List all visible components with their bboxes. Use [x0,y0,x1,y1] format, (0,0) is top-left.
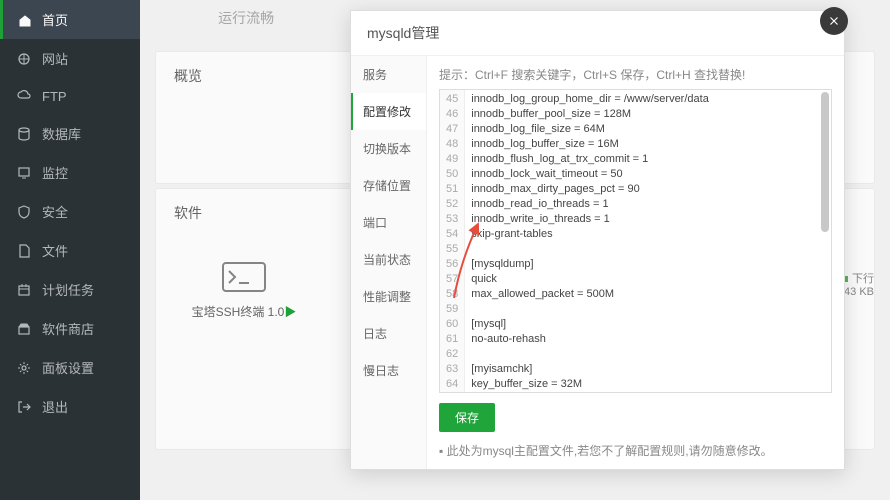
modal-nav-5[interactable]: 当前状态 [351,241,426,278]
config-editor[interactable]: 4546474849505152535455565758596061626364… [439,89,832,393]
modal-nav-7[interactable]: 日志 [351,315,426,352]
editor-hint: 提示：Ctrl+F 搜索关键字，Ctrl+S 保存，Ctrl+H 查找替换! [439,66,832,83]
scrollbar-thumb[interactable] [821,92,829,232]
modal-nav-4[interactable]: 端口 [351,204,426,241]
code-area[interactable]: innodb_log_group_home_dir = /www/server/… [465,90,831,393]
modal-nav-2[interactable]: 切换版本 [351,130,426,167]
modal-nav-6[interactable]: 性能调整 [351,278,426,315]
modal-nav-1[interactable]: 配置修改 [351,93,426,130]
modal-nav-8[interactable]: 慢日志 [351,352,426,389]
modal-nav-3[interactable]: 存储位置 [351,167,426,204]
modal-title: mysqld管理 [351,11,844,56]
mysqld-modal: mysqld管理 服务配置修改切换版本存储位置端口当前状态性能调整日志慢日志 提… [350,10,845,470]
save-button[interactable]: 保存 [439,403,495,432]
line-gutter: 4546474849505152535455565758596061626364 [440,90,465,393]
modal-nav-0[interactable]: 服务 [351,56,426,93]
modal-nav: 服务配置修改切换版本存储位置端口当前状态性能调整日志慢日志 [351,56,427,469]
modal-content: 提示：Ctrl+F 搜索关键字，Ctrl+S 保存，Ctrl+H 查找替换! 4… [427,56,844,469]
config-note: 此处为mysql主配置文件,若您不了解配置规则,请勿随意修改。 [439,442,832,459]
close-icon[interactable] [820,7,848,35]
